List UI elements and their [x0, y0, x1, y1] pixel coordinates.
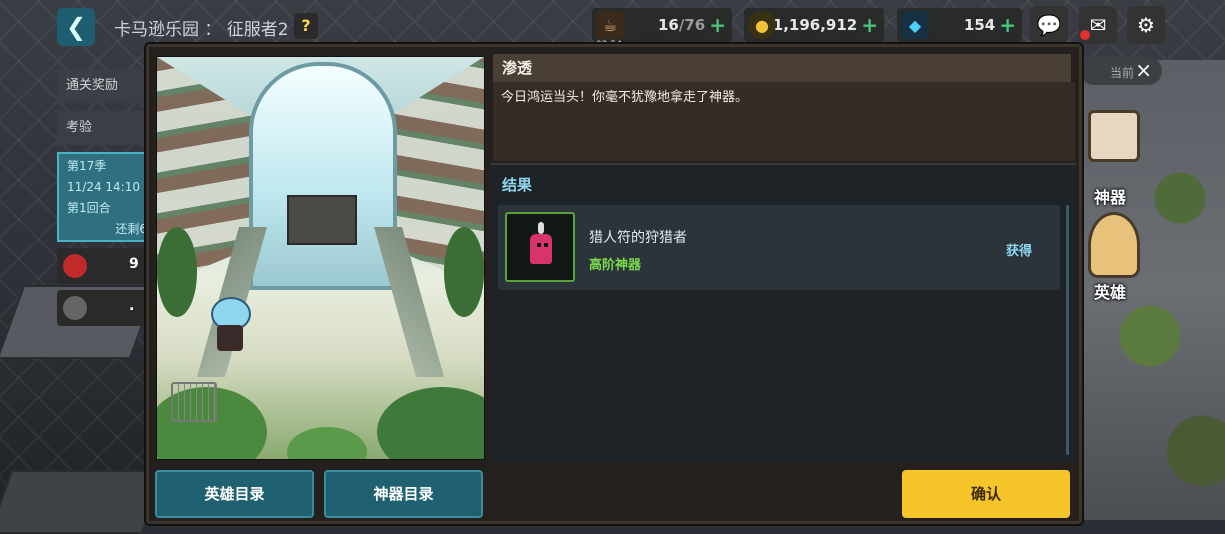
diamond-icon: ◆ [901, 11, 929, 39]
trial-tab[interactable]: 考验 [57, 111, 157, 145]
side-resource-item[interactable]: 9 [57, 248, 157, 284]
gold-coin-icon: ● [748, 11, 776, 39]
gold-value: 1,196,912 [772, 16, 858, 34]
artifact-antenna [538, 222, 544, 234]
overgrown-plant [377, 387, 484, 459]
add-gem-button[interactable]: + [999, 13, 1016, 37]
map-tile [0, 470, 166, 534]
season-label: 第17季 [67, 159, 107, 173]
season-date: 11/24 14:10 [67, 180, 140, 194]
hero-catalog-button[interactable]: 英雄目录 [155, 470, 314, 518]
add-stamina-button[interactable]: + [709, 13, 726, 37]
side-resource-value: . [129, 298, 135, 314]
chevron-left-icon: ❮ [65, 13, 87, 41]
chat-icon: 💬 [1036, 13, 1062, 37]
artifact-status: 获得 [1006, 244, 1033, 259]
gold-counter: ● 1,196,912 + [744, 8, 884, 42]
hero-body [217, 325, 243, 351]
notification-dot [1080, 30, 1090, 40]
chat-button[interactable]: 💬 [1030, 6, 1068, 44]
season-remaining: 还剩6 [115, 222, 147, 236]
overgrown-plant [287, 427, 367, 459]
artifact-catalog-button[interactable]: 神器目录 [324, 470, 483, 518]
close-current-label: 当前 [1110, 66, 1135, 80]
hero-menu-label[interactable]: 英雄 [1094, 279, 1126, 303]
event-description: 今日鸿运当头！你毫不犹豫地拿走了神器。 [501, 90, 749, 105]
settings-button[interactable]: ⚙ [1127, 6, 1165, 44]
season-round: 第1回合 [67, 201, 111, 215]
mail-icon: ✉ [1089, 13, 1107, 37]
event-title: 渗透 [493, 54, 1071, 82]
coffee-icon: ☕ [596, 11, 624, 39]
page-title: 卡马逊乐园 ： 征服者2 [114, 20, 289, 40]
season-info[interactable]: 第17季 11/24 14:10 第1回合 还剩6 [57, 152, 157, 242]
token-icon [63, 254, 87, 278]
result-header: 结果 [502, 176, 533, 194]
close-icon: × [1135, 58, 1152, 82]
gem-counter: ◆ 154 + [897, 8, 1022, 42]
side-resource-item[interactable]: . [57, 290, 157, 326]
artifact-name: 猎人符的狩猎者 [589, 230, 687, 246]
artifact-thumbnail[interactable] [505, 212, 575, 282]
help-button[interactable]: ? [294, 13, 318, 39]
artifact-eye [544, 243, 548, 247]
confirm-button[interactable]: 确认 [902, 470, 1070, 518]
token-icon [63, 296, 87, 320]
clear-reward-tab[interactable]: 通关奖励 [57, 69, 157, 103]
artifact-grade: 高阶神器 [589, 258, 642, 273]
gem-value: 154 [963, 16, 996, 34]
hero-character [209, 297, 251, 353]
mall-skylight-arch [249, 62, 397, 290]
artifact-bag-icon[interactable] [1088, 110, 1140, 162]
result-item-row[interactable] [498, 205, 1060, 290]
artifact-figure-icon [530, 234, 552, 264]
stamina-max: /76 [678, 16, 706, 34]
event-scene-image [156, 56, 485, 460]
hero-face-icon[interactable] [1088, 212, 1140, 278]
shopping-cart [171, 382, 217, 422]
side-resource-value: 9 [129, 256, 139, 272]
hanging-banner [287, 195, 357, 245]
close-current-button[interactable]: 当前 × [1080, 57, 1162, 85]
stamina-counter: ☕ 02:54 16/76 + [592, 8, 732, 50]
artifact-menu-label[interactable]: 神器 [1094, 184, 1126, 208]
back-button[interactable]: ❮ [57, 8, 95, 46]
gear-icon: ⚙ [1137, 13, 1155, 37]
result-scrollbar[interactable] [1066, 205, 1069, 455]
overgrown-plant [157, 227, 197, 317]
artifact-eye [537, 243, 541, 247]
overgrown-plant [444, 227, 484, 317]
add-gold-button[interactable]: + [861, 13, 878, 37]
stamina-current: 16 [658, 16, 679, 34]
